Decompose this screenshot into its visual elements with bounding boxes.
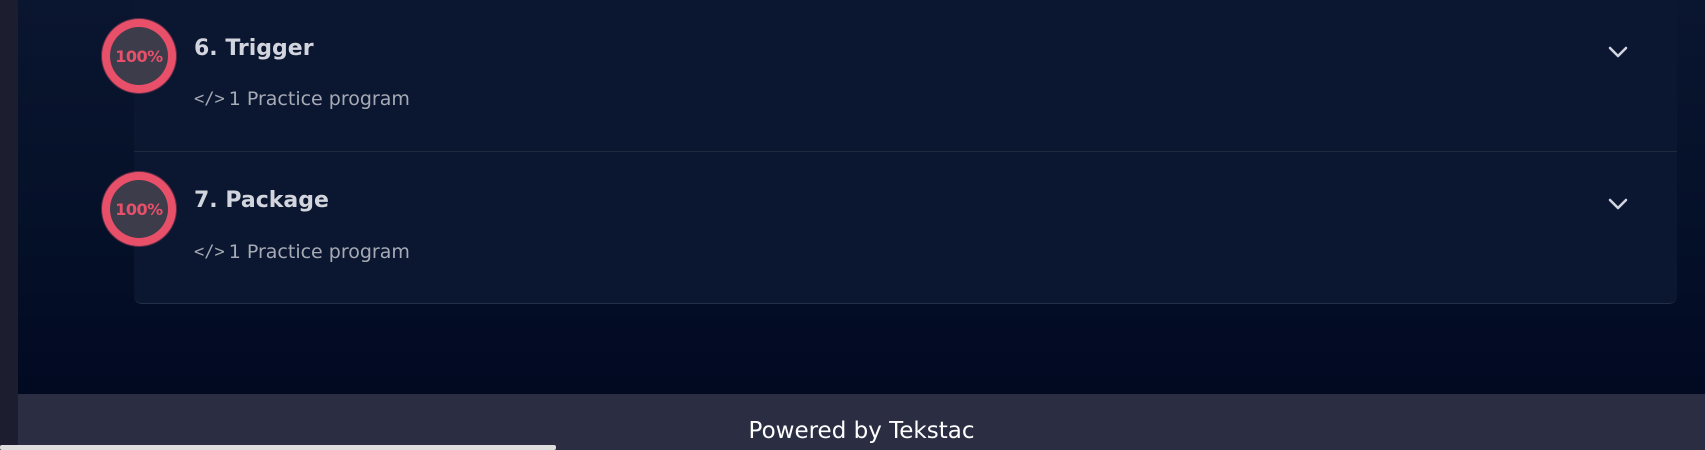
module-item-package[interactable]: 100% 7. Package </> 1 Practice program [102,152,1677,303]
chevron-down-icon[interactable] [1606,40,1630,64]
practice-program-count: </> 1 Practice program [194,88,410,110]
module-item-trigger[interactable]: 100% 6. Trigger </> 1 Practice program [102,0,1677,152]
left-rail [0,0,18,450]
progress-label: 100% [115,199,163,219]
practice-program-count: </> 1 Practice program [194,241,410,263]
progress-badge: 100% [102,19,176,93]
footer: Powered by Tekstac [18,394,1705,450]
code-icon: </> [194,89,225,109]
powered-by-text: Powered by Tekstac [748,418,975,444]
module-title[interactable]: 6. Trigger [194,36,314,61]
main-content: 100% 6. Trigger </> 1 Practice program 1… [18,0,1705,394]
progress-badge-inner: 100% [110,180,168,238]
code-icon: </> [194,242,225,262]
practice-program-label: 1 Practice program [228,88,410,110]
progress-badge-inner: 100% [110,27,168,85]
progress-label: 100% [115,46,163,66]
horizontal-scrollbar[interactable] [0,445,556,450]
chevron-down-icon[interactable] [1606,192,1630,216]
progress-badge: 100% [102,172,176,246]
modules-card: 100% 6. Trigger </> 1 Practice program 1… [102,0,1677,304]
module-title[interactable]: 7. Package [194,188,329,213]
practice-program-label: 1 Practice program [228,241,410,263]
